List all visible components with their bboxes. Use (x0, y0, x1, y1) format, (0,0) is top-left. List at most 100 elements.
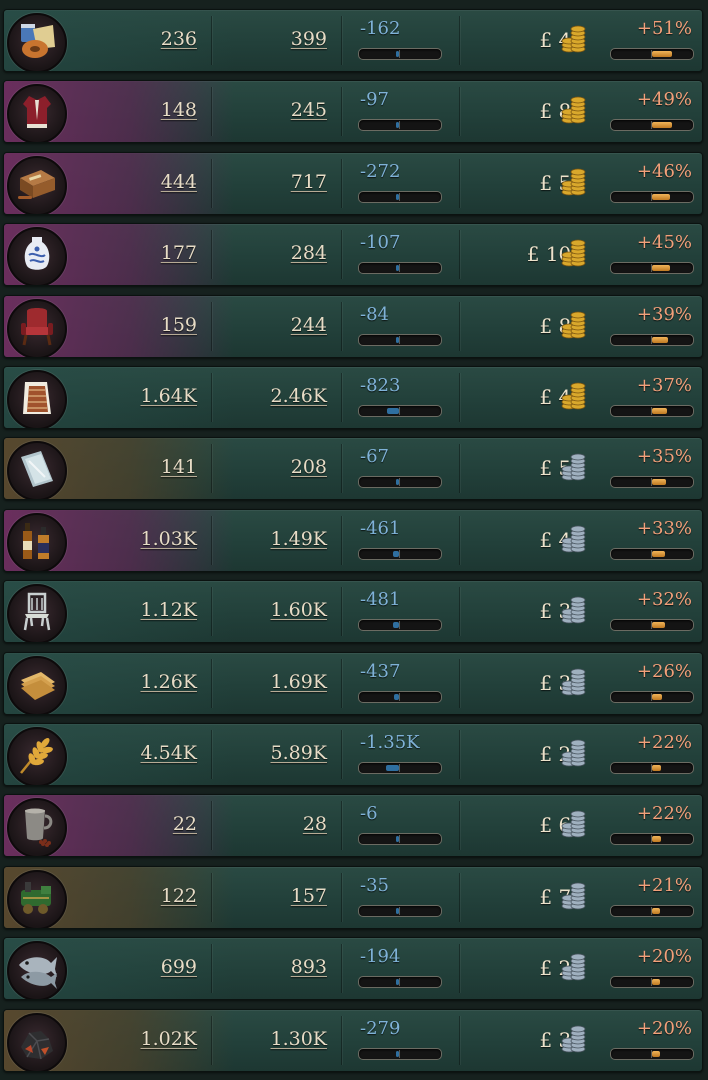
supply-value[interactable]: 22 (173, 813, 197, 835)
supply-value[interactable]: 1.64K (141, 385, 198, 407)
price-change-bar-fill (652, 622, 665, 629)
goods-icon-frame[interactable] (7, 298, 67, 357)
balance-bar (358, 547, 442, 560)
demand-value[interactable]: 28 (303, 813, 327, 835)
goods-icon-frame[interactable] (7, 227, 67, 286)
column-divider (459, 444, 460, 494)
balance-bar-fill (396, 907, 399, 914)
balance-bar-center-mark (399, 549, 400, 558)
goods-row[interactable]: 122 157 -35 £ 73 +21% (3, 865, 703, 929)
goods-icon-frame[interactable] (7, 798, 67, 857)
goods-icon-frame[interactable] (7, 370, 67, 428)
column-divider (341, 801, 342, 851)
balance-value: -437 (360, 660, 401, 682)
goods-row[interactable]: 1.26K 1.69K -437 £ 37 +26% (3, 651, 703, 715)
supply-value[interactable]: 122 (161, 885, 197, 907)
demand-value[interactable]: 2.46K (271, 385, 328, 407)
balance-bar-center-mark (399, 1049, 400, 1058)
goods-row[interactable]: 699 893 -194 £ 24 +20% (3, 937, 703, 1001)
balance-value: -461 (360, 517, 401, 539)
currency-symbol: £ (539, 1027, 553, 1052)
goods-icon-frame[interactable] (7, 84, 67, 143)
balance-bar (358, 690, 442, 703)
goods-row[interactable]: 177 284 -107 £ 101 +45% (3, 223, 703, 287)
goods-row[interactable]: 159 244 -84 £ 83 +39% (3, 294, 703, 358)
balance-bar (358, 333, 442, 346)
balance-value: -67 (360, 446, 389, 468)
balance-bar-center-mark (399, 835, 400, 844)
goods-row[interactable]: 1.02K 1.30K -279 £ 36 +20% (3, 1008, 703, 1072)
demand-value[interactable]: 284 (291, 242, 327, 264)
demand-value[interactable]: 244 (291, 314, 327, 336)
demand-value[interactable]: 399 (291, 28, 327, 50)
balance-bar-fill (396, 836, 399, 843)
demand-value[interactable]: 157 (291, 885, 327, 907)
goods-row[interactable]: 148 245 -97 £ 89 +49% (3, 80, 703, 144)
price-change-bar-fill (652, 693, 662, 700)
goods-icon-frame[interactable] (7, 13, 67, 71)
supply-value[interactable]: 1.12K (141, 599, 198, 621)
price-change-bar-fill (652, 550, 665, 557)
currency-symbol: £ (539, 670, 553, 695)
column-divider (459, 587, 460, 637)
column-divider (211, 587, 212, 637)
demand-value[interactable]: 208 (291, 456, 327, 478)
column-divider (341, 16, 342, 65)
goods-icon-frame[interactable] (7, 1012, 67, 1071)
column-divider (211, 801, 212, 851)
supply-value[interactable]: 236 (161, 28, 197, 50)
goods-icon-frame[interactable] (7, 869, 67, 928)
demand-value[interactable]: 5.89K (271, 742, 328, 764)
demand-value[interactable]: 1.49K (271, 528, 328, 550)
goods-icon-frame[interactable] (7, 584, 67, 643)
goods-icon-frame[interactable] (7, 727, 67, 785)
goods-row[interactable]: 1.03K 1.49K -461 £ 40 +33% (3, 508, 703, 572)
goods-row[interactable]: 1.12K 1.60K -481 £ 39 +32% (3, 580, 703, 644)
price-change-bar (610, 1047, 694, 1060)
price-change-bar (610, 333, 694, 346)
demand-value[interactable]: 1.30K (271, 1028, 328, 1050)
demand-value[interactable]: 245 (291, 99, 327, 121)
supply-value[interactable]: 4.54K (141, 742, 198, 764)
goods-row[interactable]: 4.54K 5.89K -1.35K £ 24 +22% (3, 723, 703, 786)
goods-row[interactable]: 141 208 -67 £ 54 +35% (3, 437, 703, 501)
goods-icon-frame[interactable] (7, 941, 67, 1000)
balance-bar-center-mark (399, 264, 400, 273)
balance-value: -279 (360, 1017, 401, 1039)
price-change-value: +35% (636, 446, 692, 468)
demand-value[interactable]: 717 (291, 171, 327, 193)
column-divider (459, 658, 460, 708)
column-divider (211, 16, 212, 65)
supply-value[interactable]: 1.03K (141, 528, 198, 550)
column-divider (341, 587, 342, 637)
supply-value[interactable]: 444 (161, 171, 197, 193)
price-change-bar-fill (652, 836, 661, 843)
liquor-icon (15, 519, 59, 567)
supply-value[interactable]: 1.02K (141, 1028, 198, 1050)
luxury-furniture-icon (15, 305, 59, 353)
balance-bar-fill (396, 122, 399, 129)
supply-value[interactable]: 699 (161, 956, 197, 978)
price-change-value: +39% (636, 303, 692, 325)
currency-symbol: £ (539, 527, 553, 552)
goods-icon-frame[interactable] (7, 512, 67, 571)
goods-row[interactable]: 444 717 -272 £ 58 +46% (3, 151, 703, 215)
supply-value[interactable]: 177 (161, 242, 197, 264)
supply-value[interactable]: 141 (161, 456, 197, 478)
demand-value[interactable]: 893 (291, 956, 327, 978)
goods-row[interactable]: 236 399 -162 £ 45 +51% (3, 9, 703, 72)
engines-icon (15, 876, 59, 924)
price-change-bar-fill (652, 193, 670, 200)
goods-icon-frame[interactable] (7, 441, 67, 500)
supply-value[interactable]: 148 (161, 99, 197, 121)
price-change-bar (610, 405, 694, 417)
goods-row[interactable]: 22 28 -6 £ 61 +22% (3, 794, 703, 858)
supply-value[interactable]: 159 (161, 314, 197, 336)
goods-icon-frame[interactable] (7, 655, 67, 714)
currency-symbol: £ (539, 170, 553, 195)
goods-row[interactable]: 1.64K 2.46K -823 £ 41 +37% (3, 366, 703, 429)
demand-value[interactable]: 1.69K (271, 671, 328, 693)
supply-value[interactable]: 1.26K (141, 671, 198, 693)
goods-icon-frame[interactable] (7, 155, 67, 214)
demand-value[interactable]: 1.60K (271, 599, 328, 621)
